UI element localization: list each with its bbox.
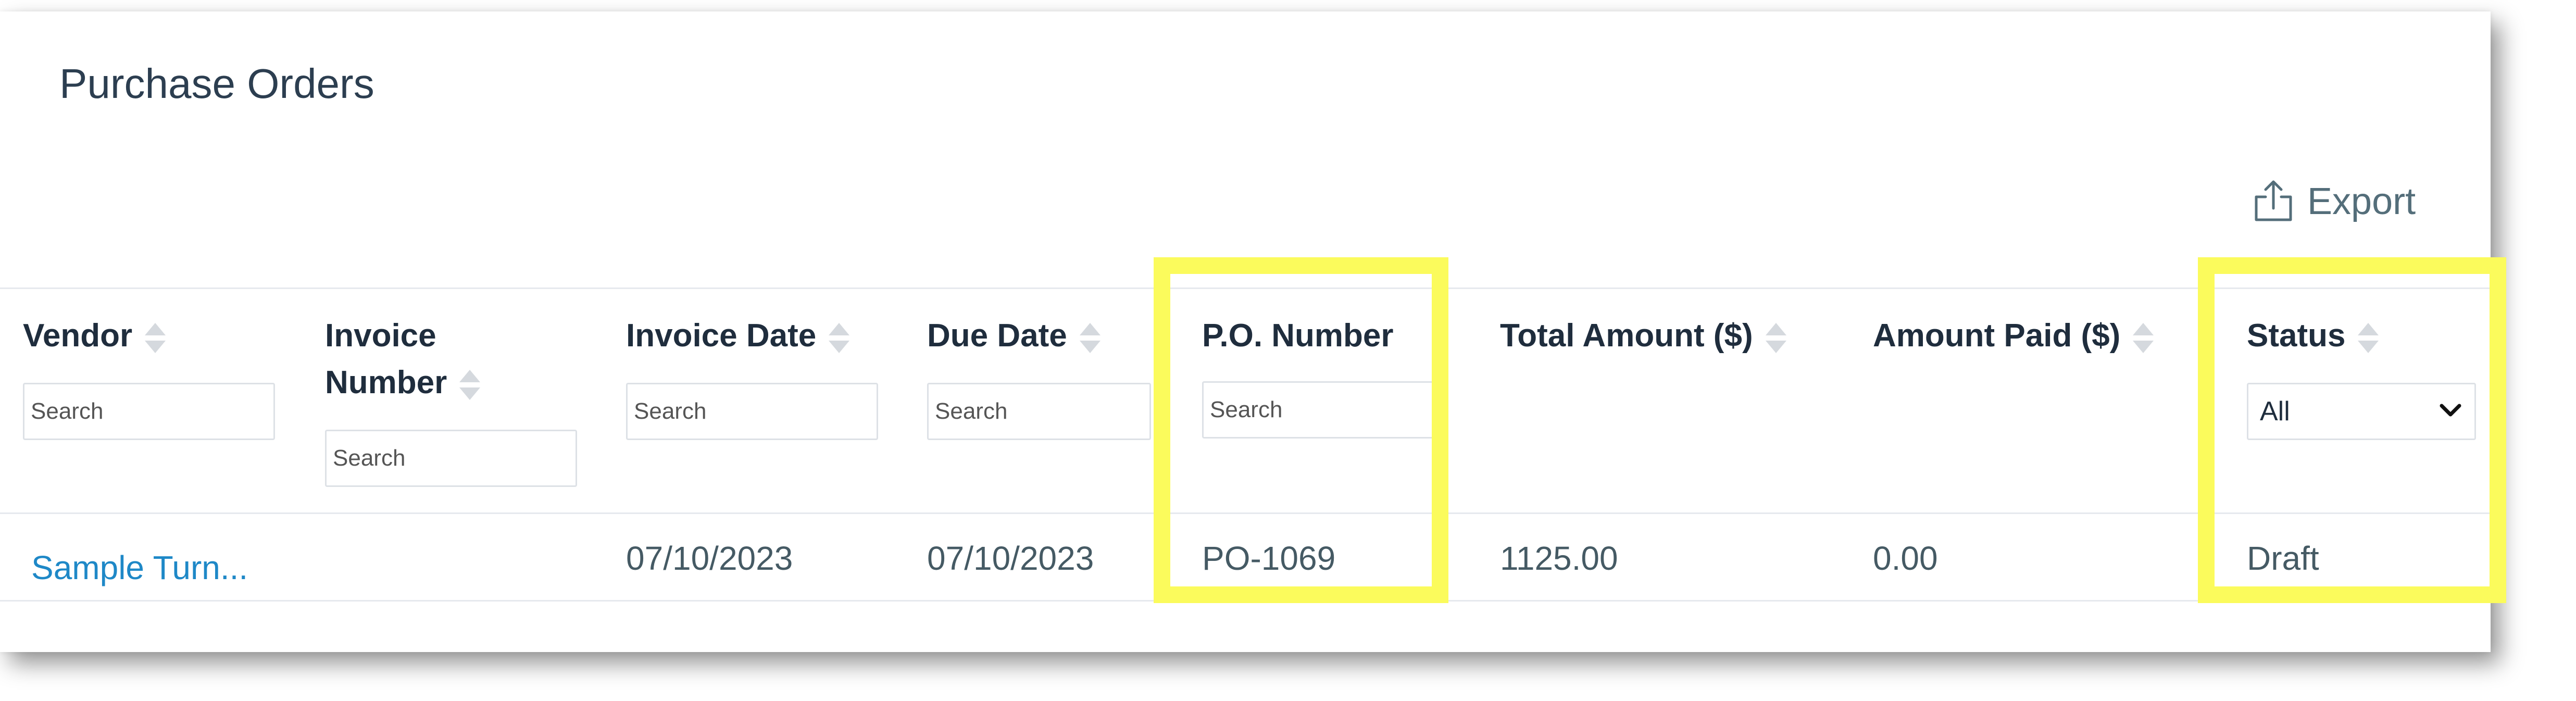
column-header-label: Vendor (23, 318, 133, 354)
column-header-due-date[interactable]: Due Date (927, 312, 1103, 359)
page-title: Purchase Orders (59, 60, 374, 107)
sort-icon[interactable] (1078, 321, 1103, 355)
total-amount-cell: 1125.00 (1500, 540, 1618, 577)
vendor-search-input[interactable] (23, 383, 275, 440)
share-export-icon (2253, 179, 2294, 224)
status-filter-selected-value: All (2260, 396, 2290, 427)
column-header-vendor[interactable]: Vendor (23, 312, 168, 359)
column-header-total-amount[interactable]: Total Amount ($) (1500, 312, 1789, 359)
column-header-status[interactable]: Status (2247, 312, 2381, 359)
purchase-orders-card: Purchase Orders Export Vendor Invoice Nu… (0, 11, 2491, 652)
sort-icon[interactable] (457, 368, 482, 402)
status-filter-select[interactable]: All (2247, 383, 2476, 440)
sort-icon[interactable] (2356, 321, 2381, 355)
column-header-label-line-1: Invoice (325, 318, 436, 354)
column-header-invoice-number[interactable]: Invoice Number (325, 312, 482, 406)
sort-icon[interactable] (2131, 321, 2156, 355)
column-header-amount-paid[interactable]: Amount Paid ($) (1873, 312, 2156, 359)
status-cell: Draft (2247, 540, 2319, 577)
po-number-search-input[interactable] (1202, 381, 1447, 439)
column-header-label: Status (2247, 318, 2346, 354)
invoice-number-search-input[interactable] (325, 430, 577, 487)
column-header-po-number[interactable]: P.O. Number (1202, 312, 1394, 359)
export-label: Export (2307, 181, 2416, 222)
table-header-bottom-border (0, 512, 2491, 514)
invoice-date-cell: 07/10/2023 (626, 540, 793, 577)
table-row-bottom-border (0, 600, 2491, 602)
column-header-label: P.O. Number (1202, 318, 1394, 354)
amount-paid-cell: 0.00 (1873, 540, 1938, 577)
column-header-label: Invoice Date (626, 318, 817, 354)
column-header-label: Total Amount ($) (1500, 318, 1753, 354)
column-header-label-line-2: Number (325, 365, 447, 400)
invoice-date-search-input[interactable] (626, 383, 878, 440)
table-header-top-border (0, 287, 2491, 289)
chevron-down-icon (2439, 403, 2462, 420)
po-number-cell: PO-1069 (1202, 540, 1336, 577)
column-header-invoice-date[interactable]: Invoice Date (626, 312, 852, 359)
sort-icon[interactable] (143, 321, 168, 355)
vendor-link[interactable]: Sample Turn... (31, 542, 248, 594)
sort-icon[interactable] (1764, 321, 1789, 355)
export-button[interactable]: Export (2253, 176, 2416, 228)
sort-icon[interactable] (827, 321, 852, 355)
due-date-search-input[interactable] (927, 383, 1151, 440)
column-header-label: Due Date (927, 318, 1067, 354)
column-header-label: Amount Paid ($) (1873, 318, 2121, 354)
due-date-cell: 07/10/2023 (927, 540, 1094, 577)
